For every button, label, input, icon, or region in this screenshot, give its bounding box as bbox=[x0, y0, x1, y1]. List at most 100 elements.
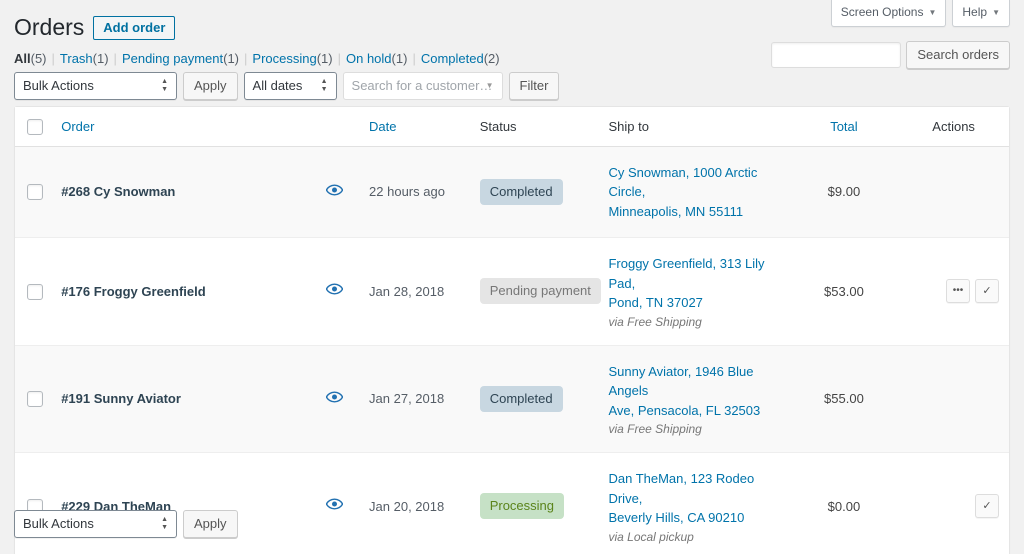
row-select-cell bbox=[15, 453, 52, 554]
apply-button-top[interactable]: Apply bbox=[183, 72, 238, 100]
column-header-actions: Actions bbox=[898, 107, 1009, 147]
order-link[interactable]: #268 Cy Snowman bbox=[61, 184, 175, 199]
row-checkbox[interactable] bbox=[27, 283, 43, 300]
status-filter-links: All (5) | Trash (1) | Pending payment (1) | Pr… bbox=[14, 51, 500, 66]
preview-cell bbox=[310, 345, 360, 454]
preview-eye-icon[interactable] bbox=[326, 283, 344, 296]
column-header-order[interactable]: Order bbox=[51, 107, 311, 147]
apply-button-bottom[interactable]: Apply bbox=[183, 510, 238, 538]
page-title: Orders bbox=[14, 14, 85, 40]
row-checkbox[interactable] bbox=[27, 391, 43, 408]
table-row: #229 Dan TheMan Jan 20, 2018 Processing Dan… bbox=[15, 453, 1009, 554]
date-filter-select[interactable]: All dates ▲ ▼ bbox=[243, 72, 337, 100]
ship-to-cell: Cy Snowman, 1000 Arctic Circle, Minneapol… bbox=[598, 146, 790, 239]
add-order-button[interactable]: Add order bbox=[93, 15, 176, 41]
search-input[interactable] bbox=[771, 42, 902, 68]
bulk-actions-select-bottom[interactable]: Bulk Actions ▲ ▼ bbox=[14, 510, 177, 538]
column-header-total[interactable]: Total bbox=[789, 107, 899, 147]
mark-complete-button[interactable]: ✓ bbox=[975, 279, 999, 304]
column-header-date[interactable]: Date bbox=[359, 107, 470, 147]
order-link[interactable]: #176 Froggy Greenfield bbox=[61, 284, 206, 299]
chevron-down-icon: ▼ bbox=[928, 7, 937, 17]
ship-to-line-2: Beverly Hills, CA 90210 bbox=[608, 510, 745, 526]
table-row: #268 Cy Snowman 22 hours ago Completed Cy S… bbox=[15, 146, 1009, 239]
preview-eye-icon[interactable] bbox=[326, 184, 344, 197]
filter-separator: | bbox=[412, 51, 416, 66]
filter-link-on-hold[interactable]: On hold bbox=[346, 51, 392, 66]
filter-link-pending-payment[interactable]: Pending payment bbox=[122, 51, 223, 66]
ship-to-address[interactable]: Sunny Aviator, 1946 Blue Angels Ave, Pens… bbox=[608, 362, 779, 421]
status-cell: Processing bbox=[469, 453, 599, 554]
screen-meta-bar: Screen Options ▼ Help ▼ bbox=[830, 0, 1010, 27]
filter-count: (2) bbox=[483, 51, 500, 66]
table-row: #191 Sunny Aviator Jan 27, 2018 Completed S… bbox=[15, 345, 1009, 454]
ship-to-line-1: Cy Snowman, 1000 Arctic Circle, bbox=[608, 164, 758, 200]
preview-cell bbox=[310, 453, 360, 554]
select-arrows-icon: ▲ ▼ bbox=[161, 516, 168, 531]
ship-to-line-2: Pond, TN 37027 bbox=[608, 295, 703, 311]
select-all-header bbox=[15, 107, 52, 147]
actions-cell bbox=[898, 345, 1009, 454]
ship-to-address[interactable]: Dan TheMan, 123 Rodeo Drive, Beverly Hill… bbox=[608, 469, 779, 528]
filter-link-processing[interactable]: Processing bbox=[252, 51, 316, 66]
search-orders-button[interactable]: Search orders bbox=[906, 41, 1010, 69]
ship-to-address[interactable]: Cy Snowman, 1000 Arctic Circle, Minneapol… bbox=[608, 163, 779, 222]
order-link[interactable]: #191 Sunny Aviator bbox=[61, 391, 181, 406]
column-header-total-link[interactable]: Total bbox=[830, 119, 857, 134]
action-buttons: ••• ✓ bbox=[908, 279, 999, 304]
row-select-cell bbox=[15, 238, 52, 346]
customer-search-input[interactable]: Search for a customer… ▼ bbox=[342, 72, 503, 100]
help-button[interactable]: Help ▼ bbox=[952, 0, 1010, 27]
row-select-cell bbox=[15, 146, 52, 239]
screen-options-button[interactable]: Screen Options ▼ bbox=[830, 0, 947, 27]
filter-link-trash[interactable]: Trash bbox=[60, 51, 93, 66]
filter-separator: | bbox=[113, 51, 117, 66]
filter-button[interactable]: Filter bbox=[508, 72, 560, 100]
tablenav-top: Bulk Actions ▲ ▼ Apply All dates ▲ ▼ Searc… bbox=[14, 72, 560, 100]
ship-to-cell: Sunny Aviator, 1946 Blue Angels Ave, Pens… bbox=[598, 345, 790, 454]
actions-cell: ••• ✓ bbox=[898, 238, 1009, 346]
orders-table: Order Date Status Ship to Total Actions … bbox=[14, 106, 1010, 554]
chevron-down-icon: ▼ bbox=[992, 7, 1000, 17]
help-label: Help bbox=[962, 5, 988, 19]
preview-eye-icon[interactable] bbox=[326, 498, 344, 511]
table-body: #268 Cy Snowman 22 hours ago Completed Cy S… bbox=[15, 146, 1009, 554]
tablenav-bottom: Bulk Actions ▲ ▼ Apply bbox=[14, 510, 238, 538]
date-filter-label: All dates bbox=[252, 78, 303, 93]
select-all-checkbox[interactable] bbox=[27, 118, 43, 135]
filter-separator: | bbox=[244, 51, 248, 66]
ship-to-line-2: Ave, Pensacola, FL 32503 bbox=[608, 402, 761, 418]
column-header-preview bbox=[310, 107, 360, 147]
status-cell: Completed bbox=[469, 146, 599, 239]
status-badge: Completed bbox=[479, 178, 563, 205]
filter-link-completed[interactable]: Completed bbox=[421, 51, 484, 66]
column-header-order-link[interactable]: Order bbox=[61, 119, 94, 134]
shipping-method: via Local pickup bbox=[608, 529, 694, 544]
order-total: $55.00 bbox=[789, 345, 899, 454]
filter-link-all[interactable]: All bbox=[14, 51, 31, 66]
filter-separator: | bbox=[51, 51, 55, 66]
status-badge: Pending payment bbox=[479, 278, 601, 305]
order-date: Jan 27, 2018 bbox=[359, 345, 470, 454]
search-orders-box: Search orders bbox=[771, 41, 1010, 69]
bulk-actions-select-top[interactable]: Bulk Actions ▲ ▼ bbox=[14, 72, 177, 100]
status-cell: Pending payment bbox=[469, 238, 601, 346]
order-total: $9.00 bbox=[789, 146, 899, 239]
select-arrows-icon: ▲ ▼ bbox=[320, 78, 328, 93]
order-date: Jan 28, 2018 bbox=[359, 238, 470, 346]
shipping-method: via Free Shipping bbox=[608, 314, 702, 329]
row-select-cell bbox=[15, 345, 52, 454]
checkmark-icon: ✓ bbox=[982, 499, 992, 512]
preview-eye-icon[interactable] bbox=[326, 391, 344, 404]
screen-options-label: Screen Options bbox=[840, 5, 924, 19]
filter-count: (1) bbox=[391, 51, 408, 66]
mark-processing-button[interactable]: ••• bbox=[946, 279, 970, 304]
column-header-date-link[interactable]: Date bbox=[369, 119, 396, 134]
row-checkbox[interactable] bbox=[27, 184, 43, 201]
ship-to-address[interactable]: Froggy Greenfield, 313 Lily Pad, Pond, TN… bbox=[608, 254, 779, 313]
filter-count: (1) bbox=[316, 51, 333, 66]
customer-search-placeholder: Search for a customer… bbox=[351, 78, 493, 93]
mark-complete-button[interactable]: ✓ bbox=[975, 494, 999, 519]
orders-admin-page: Screen Options ▼ Help ▼ Search orders Or… bbox=[0, 0, 1024, 554]
filter-separator: | bbox=[337, 51, 341, 66]
